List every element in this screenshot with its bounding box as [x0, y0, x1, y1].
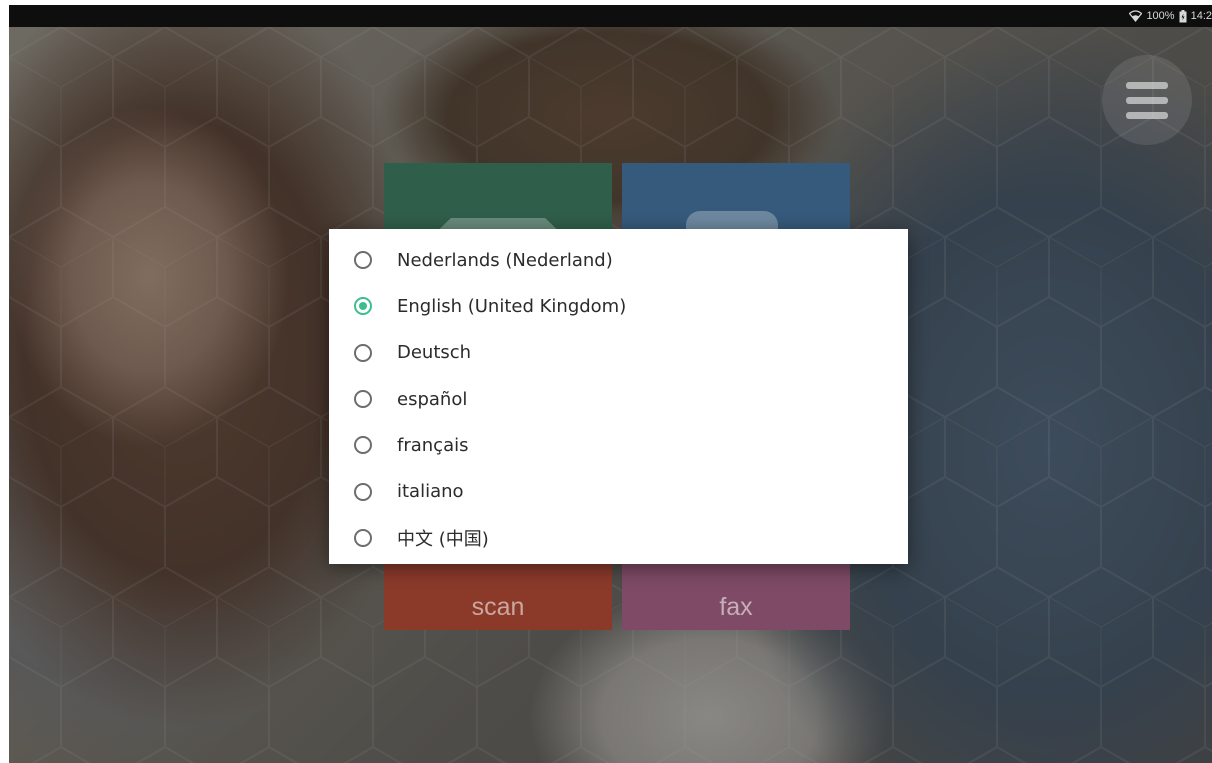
- language-option-english[interactable]: English (United Kingdom): [329, 283, 908, 329]
- menu-bar: [1126, 97, 1168, 104]
- radio-button[interactable]: [354, 528, 372, 547]
- radio-button[interactable]: [354, 343, 372, 362]
- clock: 14:2: [1190, 10, 1212, 22]
- device-screen: 100% 14:2 scan fax Nederlands (Nederland…: [9, 5, 1212, 763]
- language-option-italiano[interactable]: italiano: [329, 468, 908, 514]
- language-option-nederlands[interactable]: Nederlands (Nederland): [329, 237, 908, 283]
- language-option-espanol[interactable]: español: [329, 376, 908, 422]
- radio-button[interactable]: [354, 390, 372, 409]
- menu-bar: [1126, 82, 1168, 89]
- tile-fax-label: fax: [719, 593, 753, 621]
- language-option-label: English (United Kingdom): [397, 295, 627, 317]
- status-indicators: 100% 14:2: [1129, 8, 1212, 24]
- hamburger-menu-icon[interactable]: [1102, 55, 1192, 145]
- tile-scan-label: scan: [471, 593, 525, 621]
- language-option-francais[interactable]: français: [329, 422, 908, 468]
- battery-percent: 100%: [1146, 10, 1175, 22]
- language-option-label: español: [397, 388, 468, 410]
- language-option-label: Deutsch: [397, 342, 472, 364]
- language-option-label: Nederlands (Nederland): [397, 249, 613, 271]
- status-bar: 100% 14:2: [9, 5, 1212, 27]
- language-option-chinese[interactable]: 中文 (中国): [329, 515, 908, 561]
- radio-button[interactable]: [354, 251, 372, 270]
- language-option-label: français: [397, 434, 469, 456]
- battery-icon: [1179, 9, 1187, 23]
- wifi-icon: [1129, 10, 1143, 22]
- language-option-label: 中文 (中国): [397, 528, 489, 550]
- language-option-deutsch[interactable]: Deutsch: [329, 330, 908, 376]
- language-dialog: Nederlands (Nederland) English (United K…: [329, 229, 908, 564]
- radio-button[interactable]: [354, 482, 372, 501]
- language-option-label: italiano: [397, 481, 464, 503]
- radio-button-selected[interactable]: [354, 297, 372, 316]
- radio-button[interactable]: [354, 436, 372, 455]
- menu-bar: [1126, 112, 1168, 119]
